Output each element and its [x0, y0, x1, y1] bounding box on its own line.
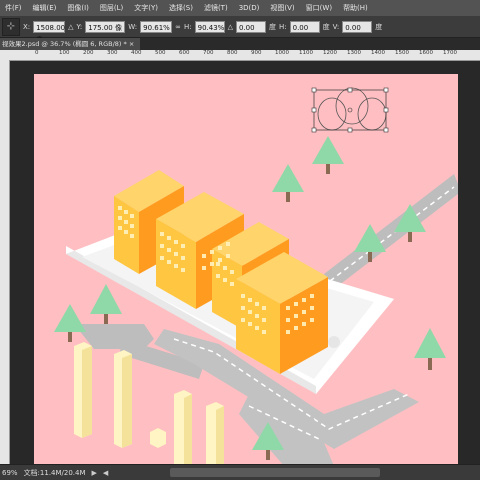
horizontal-skew-field[interactable]: 0.00: [289, 20, 320, 33]
ruler-number: 700: [203, 50, 214, 56]
ruler-number: 1400: [371, 50, 385, 56]
w-label: W:: [128, 22, 138, 31]
x-field[interactable]: 1508.00 像: [33, 20, 66, 44]
document-canvas[interactable]: [34, 74, 458, 466]
ruler-number: 100: [59, 50, 70, 56]
transform-selection[interactable]: [311, 87, 389, 133]
menu-item[interactable]: 编辑(E): [28, 3, 63, 13]
menu-item[interactable]: 图层(L): [95, 3, 129, 13]
vskew-unit: 度: [375, 22, 383, 31]
ruler-number: 1500: [395, 50, 409, 56]
vertical-skew-field[interactable]: 0.00: [342, 20, 373, 33]
h-label: H:: [183, 22, 192, 31]
menu-item[interactable]: 视图(V): [265, 3, 300, 13]
ruler-number: 1600: [419, 50, 433, 56]
menu-item[interactable]: 滤镜(T): [199, 3, 234, 13]
x-label: X:: [23, 22, 31, 31]
hskew-label: H:: [279, 22, 287, 31]
status-menu-arrow-icon[interactable]: ▶: [92, 469, 97, 477]
scroll-left-arrow-icon[interactable]: ◀: [103, 469, 108, 477]
menu-item[interactable]: 件(F): [0, 3, 28, 13]
menu-item[interactable]: 图像(I): [62, 3, 95, 13]
menu-item[interactable]: 帮助(H): [338, 3, 374, 13]
y-field[interactable]: 175.00 像: [85, 20, 126, 33]
document-tab-bar: 视效果2.psd @ 36.7% (椭圆 6, RGB/8) * ×: [0, 38, 480, 50]
vskew-label: V:: [332, 22, 340, 31]
ruler-number: 300: [107, 50, 118, 56]
ruler-number: 1700: [443, 50, 457, 56]
width-field[interactable]: 90.61%: [140, 20, 173, 33]
vertical-ruler[interactable]: [0, 60, 10, 464]
menu-item[interactable]: 文字(Y): [129, 3, 164, 13]
status-bar: 69% 文档:11.4M/20.4M ▶ ◀: [0, 464, 480, 480]
menu-item[interactable]: 3D(D): [234, 4, 266, 12]
workspace: [10, 61, 480, 466]
ruler-number: 500: [155, 50, 166, 56]
ruler-corner: [0, 50, 9, 60]
menu-item[interactable]: 窗口(W): [301, 3, 338, 13]
ruler-number: 0: [35, 50, 39, 56]
ruler-number: 1200: [323, 50, 337, 56]
ruler-number: 600: [179, 50, 190, 56]
document-info: 文档:11.4M/20.4M: [23, 468, 86, 477]
ruler-number: 1300: [347, 50, 361, 56]
menu-bar: 件(F) 编辑(E) 图像(I) 图层(L) 文字(Y) 选择(S) 滤镜(T) 3D(D) 视…: [0, 0, 480, 16]
angle-icon: △: [227, 22, 233, 31]
road-upper: [324, 174, 458, 289]
hskew-unit: 度: [322, 22, 330, 31]
menu-item[interactable]: 选择(S): [164, 3, 199, 13]
ruler-number: 400: [131, 50, 142, 56]
transform-tool-icon[interactable]: ⊹: [2, 17, 20, 36]
options-bar: ⊹ X: 1508.00 像 △ Y: 175.00 像 W: 90.61% ∞…: [0, 16, 480, 44]
ruler-number: 1100: [299, 50, 313, 56]
ruler-number: 200: [83, 50, 94, 56]
ruler-number: 900: [251, 50, 262, 56]
ruler-number: 800: [227, 50, 238, 56]
zoom-level[interactable]: 69%: [2, 469, 18, 477]
angle-unit: 度: [269, 22, 276, 31]
relative-position-icon[interactable]: △: [68, 23, 73, 31]
document-tab[interactable]: 视效果2.psd @ 36.7% (椭圆 6, RGB/8) * ×: [0, 38, 141, 50]
angle-field[interactable]: 0.00: [236, 20, 266, 33]
ruler-number: 1000: [275, 50, 289, 56]
height-field[interactable]: 90.43%: [194, 20, 225, 33]
link-icon[interactable]: ∞: [175, 23, 181, 31]
horizontal-ruler[interactable]: 0 100 200 300 400 500 600 700 800 900 1000 1100 1200…: [9, 50, 480, 61]
y-label: Y:: [76, 22, 83, 31]
illustration: [54, 87, 458, 466]
horizontal-scrollbar[interactable]: [170, 468, 380, 477]
